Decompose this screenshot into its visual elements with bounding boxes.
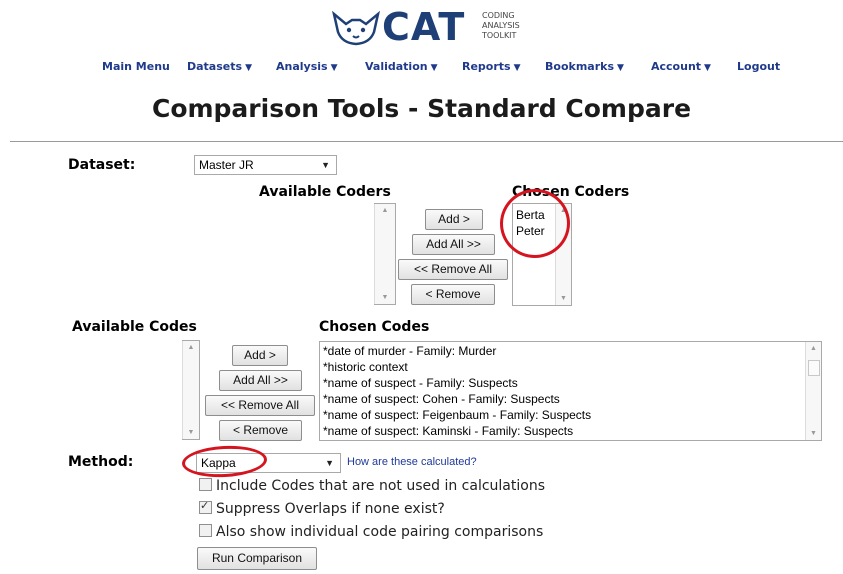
nav-bookmarks[interactable]: Bookmarks ▼ (545, 60, 624, 73)
list-item[interactable]: *name of suspect - Family: Suspects (320, 375, 805, 391)
option-suppress-overlaps[interactable]: Suppress Overlaps if none exist? (199, 499, 445, 517)
how-calculated-link[interactable]: How are these calculated? (347, 456, 477, 468)
suppress-overlaps-checkbox[interactable] (199, 499, 212, 514)
scroll-up-icon[interactable]: ▲ (375, 207, 395, 214)
remove-all-codes-button[interactable]: << Remove All (205, 395, 315, 416)
nav-account[interactable]: Account ▼ (651, 60, 711, 73)
list-item[interactable]: *name of suspect: Feigenbaum - Family: S… (320, 407, 805, 423)
divider (10, 141, 843, 142)
dropdown-arrow-icon: ▼ (321, 160, 330, 170)
scroll-down-icon[interactable]: ▼ (183, 429, 199, 436)
method-label: Method: (68, 454, 134, 470)
chevron-down-icon: ▼ (617, 63, 624, 73)
chosen-codes-items: *date of murder - Family: Murder *histor… (320, 343, 805, 439)
include-unused-checkbox[interactable] (199, 478, 212, 491)
page-title: Comparison Tools - Standard Compare (151, 94, 692, 123)
add-coder-button[interactable]: Add > (425, 209, 483, 230)
scroll-down-icon[interactable]: ▼ (806, 430, 821, 437)
list-item[interactable]: *name of suspect: Kaminski - Family: Sus… (320, 423, 805, 439)
scrollbar[interactable]: ▲ ▼ (182, 341, 199, 439)
list-item[interactable]: *name of suspect: Cohen - Family: Suspec… (320, 391, 805, 407)
available-coders-list[interactable]: ▲ ▼ (374, 203, 396, 305)
logo-tagline: CODING ANALYSIS TOOLKIT (482, 11, 520, 40)
chevron-down-icon: ▼ (513, 63, 521, 73)
run-comparison-button[interactable]: Run Comparison (197, 547, 317, 570)
list-item[interactable]: *date of murder - Family: Murder (320, 343, 805, 359)
chevron-down-icon: ▼ (704, 63, 711, 73)
remove-all-coders-button[interactable]: << Remove All (398, 259, 508, 280)
option-show-pairings[interactable]: Also show individual code pairing compar… (199, 524, 543, 540)
add-all-coders-button[interactable]: Add All >> (412, 234, 495, 255)
available-codes-label: Available Codes (72, 319, 197, 335)
chosen-codes-list[interactable]: *date of murder - Family: Murder *histor… (319, 341, 822, 441)
scroll-down-icon[interactable]: ▼ (375, 294, 395, 301)
dataset-select[interactable]: Master JR ▼ (194, 155, 337, 175)
nav-reports[interactable]: Reports ▼ (462, 60, 521, 73)
nav-logout[interactable]: Logout (737, 60, 780, 73)
add-code-button[interactable]: Add > (232, 345, 288, 366)
scroll-up-icon[interactable]: ▲ (806, 345, 821, 352)
add-all-codes-button[interactable]: Add All >> (219, 370, 302, 391)
nav-datasets[interactable]: Datasets ▼ (187, 60, 252, 73)
available-codes-list[interactable]: ▲ ▼ (182, 340, 200, 440)
remove-coder-button[interactable]: < Remove (411, 284, 495, 305)
option-include-unused[interactable]: Include Codes that are not used in calcu… (199, 478, 545, 494)
scrollbar[interactable]: ▲ ▼ (805, 342, 821, 440)
scroll-thumb[interactable] (808, 360, 820, 376)
main-nav: Main Menu Datasets ▼ Analysis ▼ Validation… (0, 60, 843, 78)
chosen-codes-label: Chosen Codes (319, 319, 430, 335)
dropdown-arrow-icon: ▼ (325, 458, 334, 468)
scroll-up-icon[interactable]: ▲ (183, 344, 199, 351)
remove-code-button[interactable]: < Remove (219, 420, 302, 441)
available-coders-label: Available Coders (259, 184, 391, 200)
scroll-down-icon[interactable]: ▼ (556, 295, 571, 302)
chevron-down-icon: ▼ (330, 63, 338, 73)
cat-logo: CAT CODING ANALYSIS TOOLKIT (330, 6, 540, 48)
nav-validation[interactable]: Validation ▼ (365, 60, 438, 73)
nav-main-menu[interactable]: Main Menu (102, 60, 170, 73)
highlight-circle (181, 443, 268, 480)
dataset-value: Master JR (199, 158, 254, 172)
chevron-down-icon: ▼ (245, 63, 252, 73)
dataset-label: Dataset: (68, 157, 136, 173)
scrollbar[interactable]: ▲ ▼ (374, 204, 395, 304)
nav-analysis[interactable]: Analysis ▼ (276, 60, 338, 73)
chevron-down-icon: ▼ (430, 63, 438, 73)
list-item[interactable]: *historic context (320, 359, 805, 375)
logo-wordmark: CAT (382, 5, 466, 49)
cat-face-icon (331, 10, 381, 46)
show-pairings-checkbox[interactable] (199, 524, 212, 537)
